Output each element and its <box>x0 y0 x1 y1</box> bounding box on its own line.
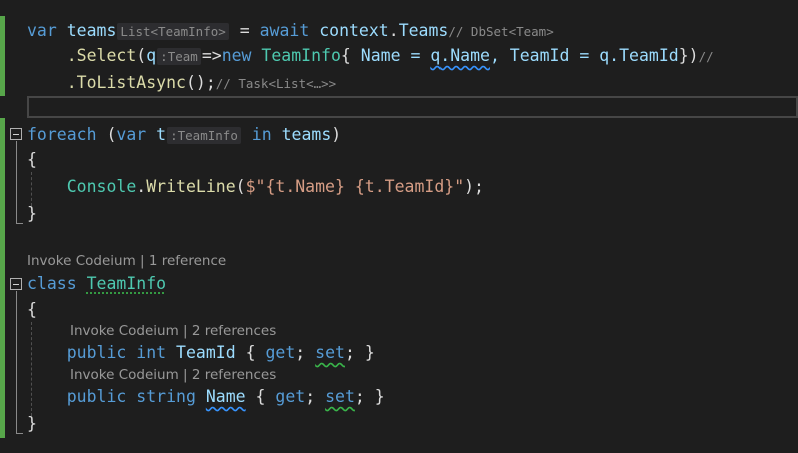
property-name[interactable]: Name <box>206 387 246 406</box>
dot-operator: . <box>388 21 399 40</box>
current-line-highlight <box>27 96 798 118</box>
call-parens: (); <box>185 73 216 92</box>
keyword-var: var <box>116 125 147 144</box>
code-line-11[interactable]: public int TeamId { get; set; } <box>27 342 375 364</box>
fold-region-end <box>16 223 23 224</box>
dot-operator: . <box>136 177 147 196</box>
semicolon: ; <box>295 343 316 362</box>
code-line-5[interactable]: foreach (var t :TeamInfo in teams) <box>27 124 341 146</box>
paren: ( <box>96 125 117 144</box>
variable-context[interactable]: context <box>309 21 389 40</box>
property-name[interactable]: .Name <box>440 46 490 65</box>
inlay-hint-text: :Team <box>160 49 198 64</box>
fold-region-line <box>16 141 17 223</box>
method-writeline[interactable]: WriteLine <box>146 177 235 196</box>
operator-assign: = <box>229 21 260 40</box>
change-indicator-bar <box>0 118 5 438</box>
keyword-foreach: foreach <box>27 125 97 144</box>
code-line-3[interactable]: .ToListAsync();// Task<List<…>> <box>27 72 336 94</box>
code-line-10[interactable]: { <box>27 299 37 321</box>
change-indicator-bar <box>0 16 5 96</box>
paren: ( <box>235 177 246 196</box>
keyword-string: string <box>136 387 196 406</box>
keyword-int: int <box>136 343 167 362</box>
inlay-hint-type: List<TeamInfo> <box>117 23 229 40</box>
brace-open: { <box>27 150 37 169</box>
variable-q[interactable]: q <box>430 46 440 65</box>
inline-comment: // <box>698 49 722 64</box>
brace-close: } <box>27 204 37 223</box>
semicolon: ; <box>305 387 326 406</box>
variable-t[interactable]: t <box>146 125 166 144</box>
fold-collapse-icon[interactable] <box>10 278 22 290</box>
keyword-in: in <box>251 125 272 144</box>
code-line-6[interactable]: { <box>27 149 37 171</box>
brace: { <box>245 387 276 406</box>
brace-close: ; } <box>344 343 375 362</box>
paren: ( <box>136 46 147 65</box>
accessor-set[interactable]: set <box>325 387 355 406</box>
code-line-13[interactable]: } <box>27 413 37 435</box>
brace-open: { <box>27 300 37 319</box>
type-console[interactable]: Console <box>67 177 137 196</box>
brace-close: ; } <box>354 387 385 406</box>
code-editor[interactable]: var teams List<TeamInfo> = await context.… <box>0 0 798 453</box>
fold-region-end <box>16 433 23 434</box>
member-assign-teamid: , TeamId = q. <box>489 46 620 65</box>
class-name-teaminfo[interactable]: TeamInfo <box>87 274 166 293</box>
keyword-public: public <box>66 387 127 406</box>
member-assign-name: Name = <box>350 46 431 65</box>
code-line-7[interactable]: Console.WriteLine($"{t.Name} {t.TeamId}"… <box>27 176 484 198</box>
keyword-var: var <box>27 21 57 40</box>
brace: { <box>340 46 351 65</box>
variable-teams[interactable]: teams <box>67 21 117 40</box>
property-teamid[interactable]: TeamId <box>619 46 679 65</box>
inlay-hint-text: :TeamInfo <box>170 128 238 143</box>
fold-region-line <box>16 291 17 433</box>
codelens-teamid[interactable]: Invoke Codeium | 2 references <box>70 323 276 339</box>
interpolated-string: $"{t.Name} {t.TeamId}" <box>245 177 465 196</box>
variable-teams[interactable]: teams <box>272 125 332 144</box>
keyword-await: await <box>259 21 310 40</box>
property-teamid[interactable]: TeamId <box>176 343 236 362</box>
method-select[interactable]: .Select <box>67 46 137 65</box>
codelens-class[interactable]: Invoke Codeium | 1 reference <box>27 253 226 269</box>
accessor-get: get <box>265 343 296 362</box>
inline-comment: // DbSet<Team> <box>448 24 554 39</box>
code-line-8[interactable]: } <box>27 203 37 225</box>
code-line-9[interactable]: class TeamInfo <box>27 273 166 295</box>
brace: { <box>235 343 266 362</box>
type-teaminfo[interactable]: TeamInfo <box>252 46 340 65</box>
method-tolistasync[interactable]: .ToListAsync <box>67 73 186 92</box>
inlay-hint-type: :Team <box>157 48 201 65</box>
keyword-class: class <box>27 274 77 293</box>
paren: ); <box>464 177 484 196</box>
keyword-new: new <box>221 46 252 65</box>
accessor-get: get <box>275 387 306 406</box>
code-line-12[interactable]: public string Name { get; set; } <box>27 386 385 408</box>
lambda-arrow: => <box>201 46 222 65</box>
codelens-name[interactable]: Invoke Codeium | 2 references <box>70 367 276 383</box>
code-line-1[interactable]: var teams List<TeamInfo> = await context.… <box>27 20 554 42</box>
lambda-param-q[interactable]: q <box>146 46 156 65</box>
inlay-hint-type: :TeamInfo <box>167 127 241 144</box>
brace-close: } <box>27 414 37 433</box>
inlay-hint-text: List<TeamInfo> <box>120 24 226 39</box>
paren: ) <box>331 125 342 144</box>
property-teams[interactable]: Teams <box>399 21 449 40</box>
fold-collapse-icon[interactable] <box>10 128 22 140</box>
inline-comment: // Task<List<…>> <box>215 76 337 91</box>
brace-close: }) <box>678 46 699 65</box>
keyword-public: public <box>66 343 127 362</box>
code-line-2[interactable]: .Select(q:Team =>new TeamInfo{ Name = q.N… <box>27 45 721 67</box>
accessor-set[interactable]: set <box>315 343 345 362</box>
